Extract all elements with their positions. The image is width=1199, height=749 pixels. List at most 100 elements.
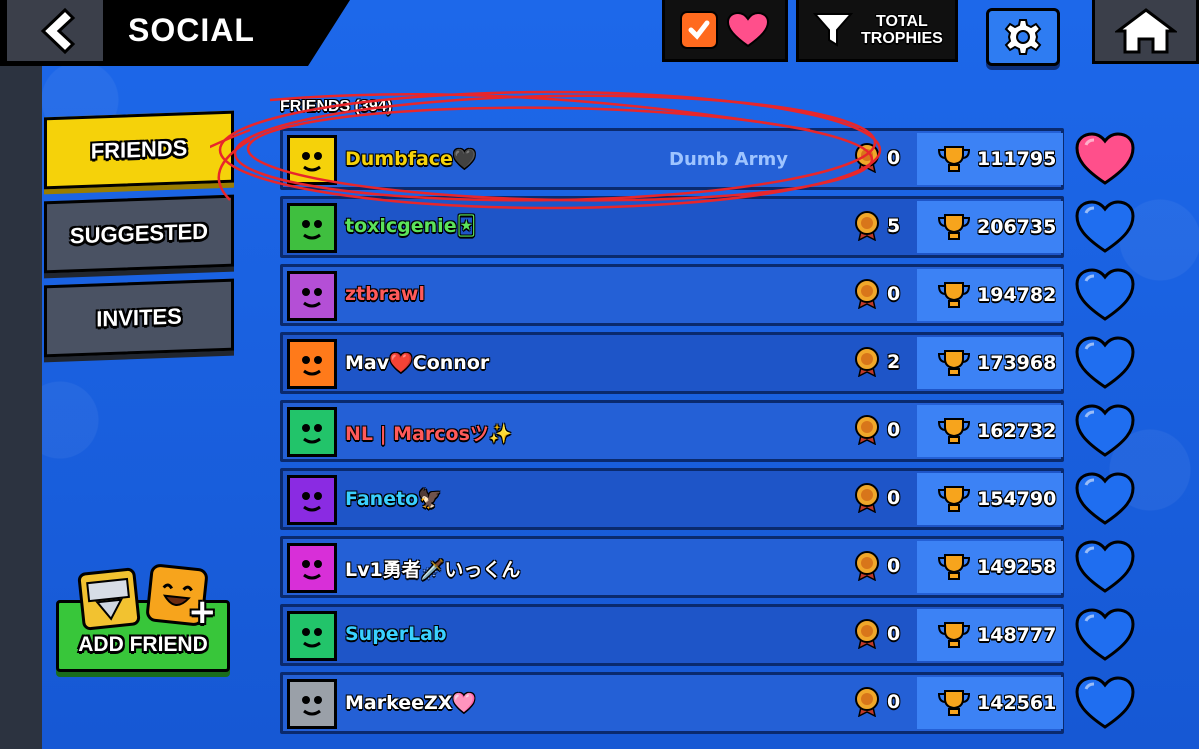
heart-icon [1075, 268, 1135, 321]
friend-row[interactable]: NL | Marcosツ✨ 0 162732 [280, 400, 1064, 462]
avatar [287, 679, 337, 729]
sort-label-line2: TROPHIES [861, 29, 943, 47]
rank-value: 0 [887, 283, 901, 305]
back-button[interactable] [4, 0, 106, 64]
heart-icon [1075, 200, 1135, 253]
heart-icon [1075, 336, 1135, 389]
heart-icon [1075, 676, 1135, 729]
heart-icon [1075, 404, 1135, 457]
tab-suggested[interactable]: SUGGESTED [44, 194, 234, 274]
rank-medal-icon [855, 279, 879, 309]
favorite-heart-button[interactable] [1074, 335, 1136, 391]
favorite-heart-button[interactable] [1074, 539, 1136, 595]
trophy-icon [937, 350, 971, 376]
friend-name: Mav❤️Connor [345, 352, 490, 374]
trophy-count: 154790 [977, 488, 1057, 510]
heart-icon [1075, 132, 1135, 185]
rank-medal-icon [855, 415, 879, 445]
favorite-heart-button[interactable] [1074, 131, 1136, 187]
trophy-icon [937, 690, 971, 716]
trophy-count: 142561 [977, 692, 1057, 714]
rank-medal-icon [855, 347, 879, 377]
home-button[interactable] [1092, 0, 1199, 64]
heart-filter-icon[interactable] [726, 11, 770, 49]
checkbox-icon[interactable] [680, 10, 718, 49]
friend-name: Lv1勇者🗡️いっくん [345, 559, 521, 581]
top-bar: SOCIAL TOTAL TROPHIES [0, 0, 1199, 70]
rank-medal-icon [855, 619, 879, 649]
trophy-count: 148777 [977, 624, 1057, 646]
favorite-heart-button[interactable] [1074, 199, 1136, 255]
filter-funnel-icon [813, 12, 853, 47]
trophy-icon [937, 486, 971, 512]
trophy-count: 162732 [977, 420, 1057, 442]
rank-medal-icon [855, 483, 879, 513]
tab-invites[interactable]: INVITES [44, 278, 234, 358]
trophy-icon [937, 418, 971, 444]
friend-name: Faneto🦅 [345, 488, 442, 510]
back-arrow-icon [40, 7, 76, 54]
club-name: Dumb Army [669, 149, 788, 170]
friend-name: ztbrawl [345, 283, 425, 305]
favorite-heart-button[interactable] [1074, 471, 1136, 527]
friend-name: NL | Marcosツ✨ [345, 423, 513, 445]
friend-name: SuperLab [345, 623, 447, 645]
home-icon [1114, 7, 1177, 53]
trophy-icon [937, 214, 971, 240]
favorite-heart-button[interactable] [1074, 675, 1136, 731]
trophy-icon [937, 622, 971, 648]
rank-value: 0 [887, 419, 901, 441]
trophy-panel: 194782 [917, 269, 1063, 321]
friend-row[interactable]: toxicgenie🃏 5 206735 [280, 196, 1064, 258]
avatar [287, 135, 337, 185]
page-title: SOCIAL [128, 12, 255, 48]
friend-row[interactable]: SuperLab 0 148777 [280, 604, 1064, 666]
trophy-count: 149258 [977, 556, 1057, 578]
trophy-count: 194782 [977, 284, 1057, 306]
filter-toggle-group[interactable] [662, 0, 788, 62]
avatar [287, 203, 337, 253]
friend-row[interactable]: MarkeeZX🩷 0 142561 [280, 672, 1064, 734]
avatar [287, 407, 337, 457]
friend-row[interactable]: Dumbface🖤 Dumb Army 0 111795 [280, 128, 1064, 190]
trophy-panel: 142561 [917, 677, 1063, 729]
trophy-count: 111795 [977, 148, 1057, 170]
rank-value: 0 [887, 623, 901, 645]
friend-row[interactable]: Lv1勇者🗡️いっくん 0 149258 [280, 536, 1064, 598]
rank-medal-icon [855, 211, 879, 241]
friends-count-header: FRIENDS (394) [280, 98, 393, 115]
friend-row[interactable]: Mav❤️Connor 2 173968 [280, 332, 1064, 394]
avatar [287, 543, 337, 593]
trophy-panel: 173968 [917, 337, 1063, 389]
favorite-heart-button[interactable] [1074, 403, 1136, 459]
rank-medal-icon [855, 687, 879, 717]
friend-row[interactable]: Faneto🦅 0 154790 [280, 468, 1064, 530]
trophy-icon [937, 282, 971, 308]
heart-icon [1075, 540, 1135, 593]
avatar [287, 611, 337, 661]
settings-button[interactable] [986, 8, 1060, 66]
sort-label-line1: TOTAL [875, 12, 928, 30]
favorite-heart-button[interactable] [1074, 267, 1136, 323]
rank-medal-icon [855, 551, 879, 581]
friend-name: MarkeeZX🩷 [345, 692, 477, 714]
trophy-panel: 111795 [917, 133, 1063, 185]
avatar [287, 271, 337, 321]
sort-label: TOTAL TROPHIES [861, 13, 943, 47]
favorite-heart-button[interactable] [1074, 607, 1136, 663]
friend-name: Dumbface🖤 [345, 148, 477, 170]
trophy-panel: 206735 [917, 201, 1063, 253]
left-edge-strip [0, 66, 42, 749]
trophy-icon [937, 554, 971, 580]
tab-friends[interactable]: FRIENDS [44, 110, 234, 190]
gear-icon [1004, 19, 1042, 55]
rank-medal-icon [855, 143, 879, 173]
rank-value: 0 [887, 691, 901, 713]
trophy-count: 173968 [977, 352, 1057, 374]
heart-icon [1075, 472, 1135, 525]
sort-button[interactable]: TOTAL TROPHIES [796, 0, 958, 62]
trophy-panel: 149258 [917, 541, 1063, 593]
trophy-panel: 162732 [917, 405, 1063, 457]
friend-row[interactable]: ztbrawl 0 194782 [280, 264, 1064, 326]
plus-icon: + [188, 592, 217, 632]
